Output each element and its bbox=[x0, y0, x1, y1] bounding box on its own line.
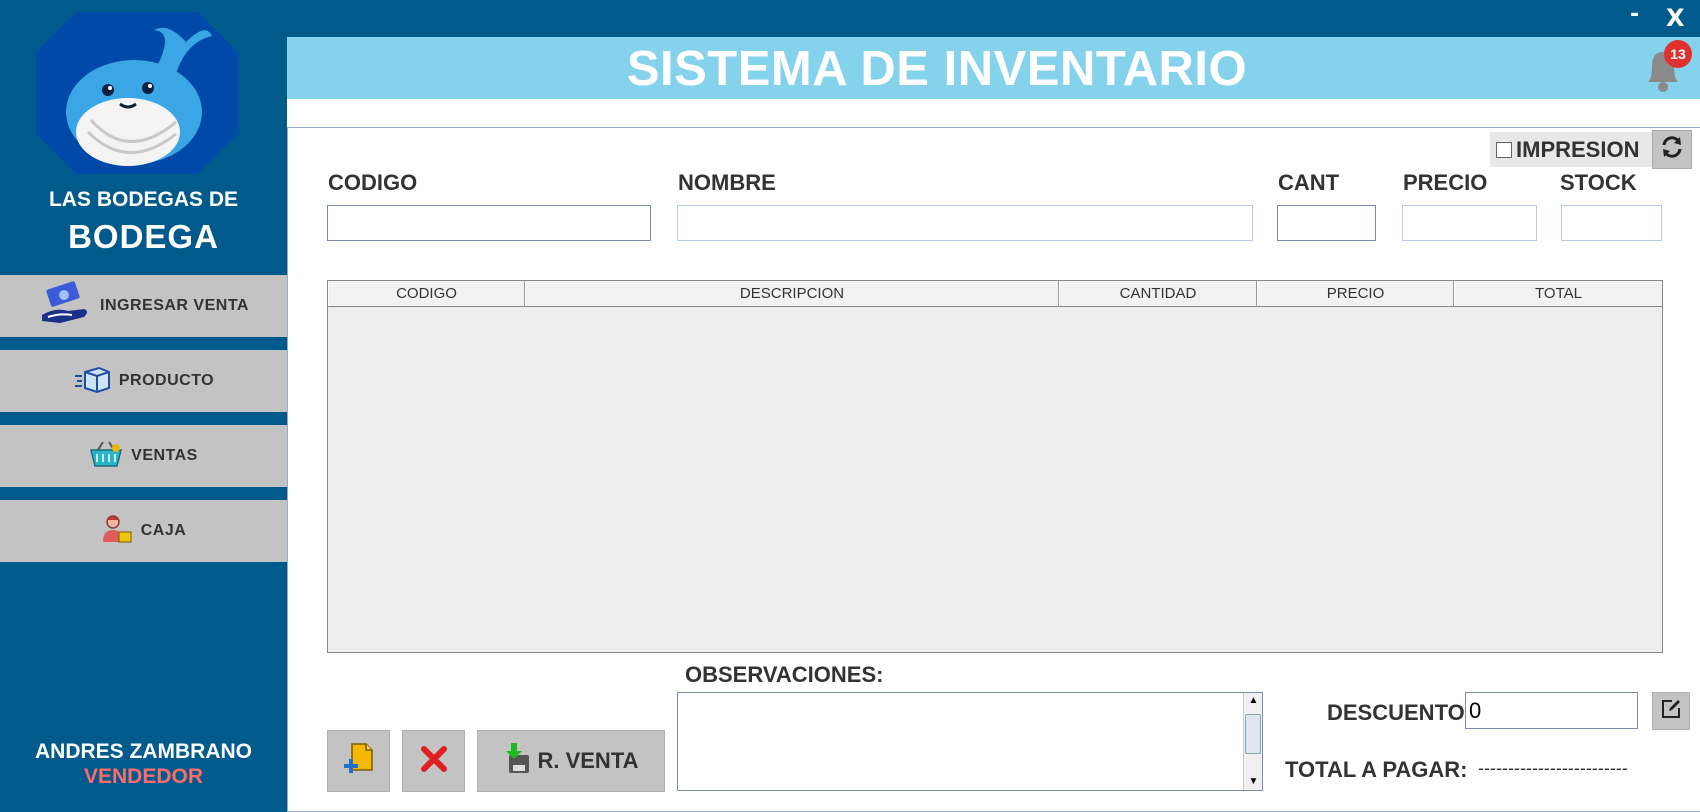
impresion-label: IMPRESION bbox=[1516, 136, 1640, 162]
sidebar-item-label: CAJA bbox=[140, 522, 187, 539]
page-title: SISTEMA DE INVENTARIO bbox=[626, 42, 1248, 96]
observaciones-label: OBSERVACIONES: bbox=[685, 662, 884, 687]
sidebar-item-ingresar-venta[interactable]: INGRESAR VENTA bbox=[0, 275, 287, 337]
nombre-input[interactable] bbox=[677, 205, 1253, 241]
delete-item-button[interactable] bbox=[402, 730, 465, 792]
total-value: ------------------------- bbox=[1478, 758, 1628, 778]
whale-logo bbox=[36, 12, 238, 174]
box-icon bbox=[73, 364, 111, 399]
refresh-icon bbox=[1660, 135, 1684, 164]
close-button[interactable]: X bbox=[1666, 6, 1685, 30]
nombre-label: NOMBRE bbox=[678, 170, 776, 195]
column-header-precio[interactable]: PRECIO bbox=[1257, 281, 1454, 306]
user-name: ANDRES ZAMBRANO bbox=[35, 740, 252, 763]
observaciones-scrollbar[interactable]: ▲ ▼ bbox=[1243, 693, 1262, 790]
descuento-label: DESCUENTO: bbox=[1327, 700, 1473, 725]
user-role: VENDEDOR bbox=[83, 765, 204, 788]
basket-icon bbox=[89, 440, 123, 473]
register-sale-button[interactable]: R. VENTA bbox=[477, 730, 665, 792]
column-header-descripcion[interactable]: DESCRIPCION bbox=[525, 281, 1059, 306]
header-spacer bbox=[287, 99, 1700, 127]
sidebar-item-ventas[interactable]: VENTAS bbox=[0, 425, 287, 487]
scrollbar-thumb[interactable] bbox=[1245, 714, 1261, 754]
descuento-input[interactable] bbox=[1465, 692, 1638, 729]
precio-label: PRECIO bbox=[1403, 170, 1488, 195]
table-header: CODIGO DESCRIPCION CANTIDAD PRECIO TOTAL bbox=[328, 281, 1662, 307]
sidebar-item-producto[interactable]: PRODUCTO bbox=[0, 350, 287, 412]
precio-input[interactable] bbox=[1402, 205, 1537, 241]
column-header-cantidad[interactable]: CANTIDAD bbox=[1059, 281, 1257, 306]
impresion-checkbox[interactable]: IMPRESION bbox=[1490, 132, 1652, 167]
edit-icon bbox=[1660, 698, 1682, 725]
sidebar-item-label: PRODUCTO bbox=[118, 372, 215, 389]
checkbox-box[interactable] bbox=[1496, 141, 1512, 158]
save-disk-icon bbox=[503, 743, 531, 779]
hand-money-icon bbox=[38, 280, 92, 332]
add-file-icon bbox=[343, 742, 374, 781]
sidebar-item-label: INGRESAR VENTA bbox=[100, 297, 249, 314]
notification-badge: 13 bbox=[1664, 40, 1692, 68]
cant-input[interactable] bbox=[1277, 205, 1376, 241]
stock-input[interactable] bbox=[1561, 205, 1662, 241]
observaciones-textarea[interactable]: ▲ ▼ bbox=[677, 692, 1263, 791]
rventa-label: R. VENTA bbox=[537, 748, 639, 773]
brand-line-2: BODEGA bbox=[68, 218, 219, 255]
sidebar-item-caja[interactable]: CAJA bbox=[0, 500, 287, 562]
scroll-down-icon[interactable]: ▼ bbox=[1244, 774, 1263, 790]
brand-line-1: LAS BODEGAS DE bbox=[48, 188, 239, 211]
add-item-button[interactable] bbox=[327, 730, 390, 792]
delete-x-icon bbox=[420, 745, 448, 778]
stock-label: STOCK bbox=[1560, 170, 1637, 195]
edit-discount-button[interactable] bbox=[1652, 692, 1690, 730]
codigo-label: CODIGO bbox=[328, 170, 418, 195]
codigo-input[interactable] bbox=[327, 205, 651, 241]
refresh-button[interactable] bbox=[1652, 130, 1692, 169]
minimize-button[interactable]: - bbox=[1630, 4, 1639, 26]
scroll-up-icon[interactable]: ▲ bbox=[1244, 693, 1263, 709]
column-header-total[interactable]: TOTAL bbox=[1454, 281, 1662, 306]
cant-label: CANT bbox=[1278, 170, 1340, 195]
cashier-icon bbox=[101, 514, 133, 549]
sales-table[interactable]: CODIGO DESCRIPCION CANTIDAD PRECIO TOTAL bbox=[327, 280, 1663, 653]
sidebar-item-label: VENTAS bbox=[131, 447, 198, 464]
column-header-codigo[interactable]: CODIGO bbox=[328, 281, 525, 306]
total-label: TOTAL A PAGAR: bbox=[1285, 757, 1468, 782]
